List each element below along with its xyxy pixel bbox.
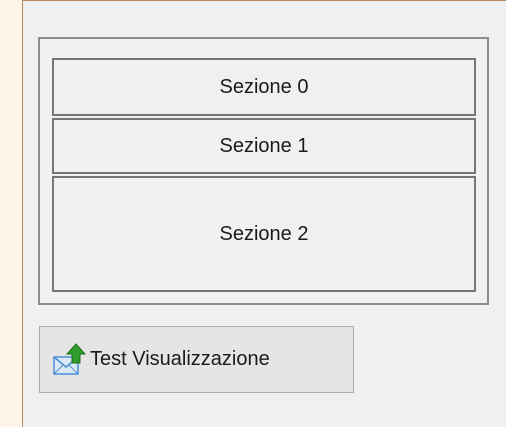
section-1-panel: Sezione 1 — [52, 118, 476, 174]
form-panel: Sezione 0 Sezione 1 Sezione 2 Test Visua… — [22, 0, 506, 427]
envelope-upload-icon — [52, 342, 87, 377]
section-2-panel: Sezione 2 — [52, 176, 476, 292]
test-visualizzazione-button[interactable]: Test Visualizzazione — [39, 326, 354, 393]
section-1-label: Sezione 1 — [219, 134, 309, 157]
sections-container: Sezione 0 Sezione 1 Sezione 2 — [38, 37, 489, 305]
section-2-label: Sezione 2 — [219, 222, 309, 245]
section-0-label: Sezione 0 — [219, 75, 309, 98]
section-0-panel: Sezione 0 — [52, 58, 476, 116]
test-visualizzazione-label: Test Visualizzazione — [90, 348, 270, 370]
